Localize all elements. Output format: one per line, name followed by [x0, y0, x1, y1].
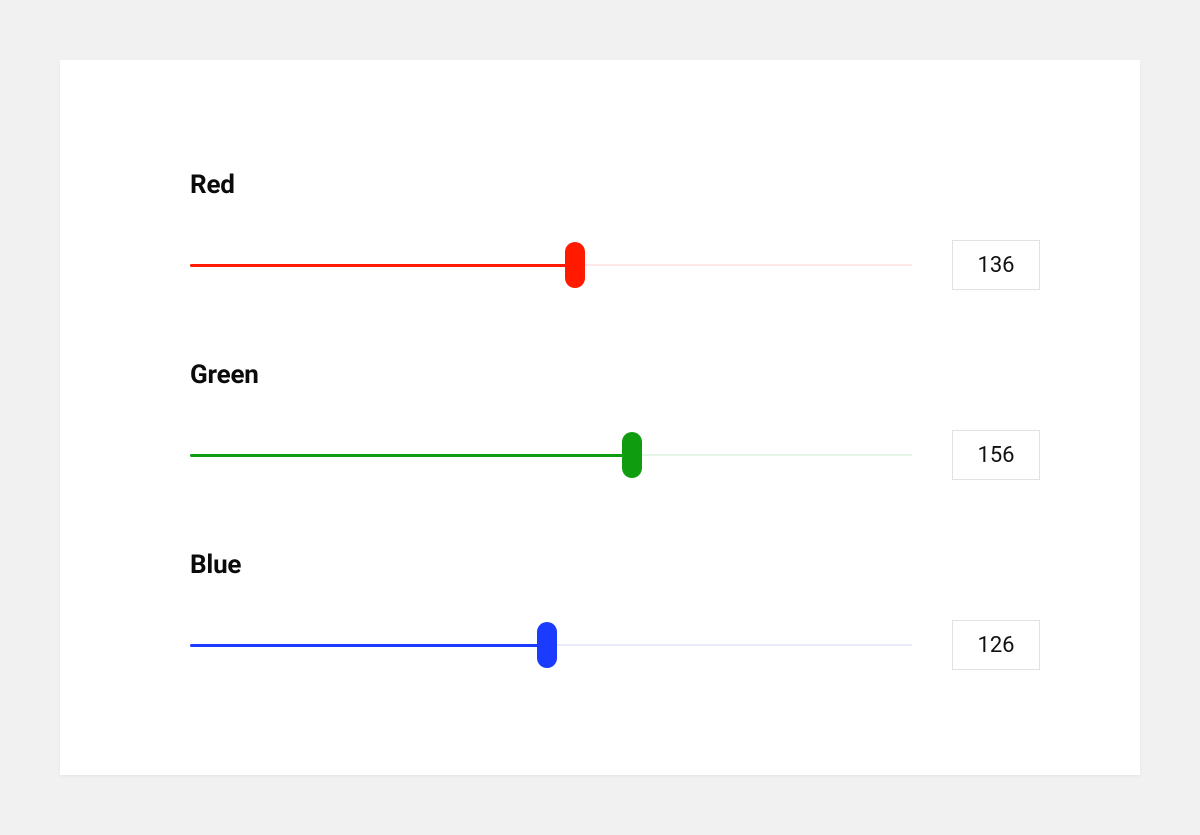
slider-control-blue: 126 [190, 620, 1040, 670]
slider-thumb[interactable] [537, 622, 557, 668]
green-value-input[interactable]: 156 [952, 430, 1040, 480]
slider-track-fill [190, 644, 547, 647]
slider-label-green: Green [190, 360, 1040, 390]
slider-row-blue: Blue 126 [190, 550, 1040, 670]
slider-thumb[interactable] [565, 242, 585, 288]
slider-control-green: 156 [190, 430, 1040, 480]
green-slider[interactable] [190, 433, 912, 477]
blue-slider[interactable] [190, 623, 912, 667]
color-picker-panel: Red 136 Green 156 Blue [60, 60, 1140, 775]
red-value-input[interactable]: 136 [952, 240, 1040, 290]
slider-label-blue: Blue [190, 550, 1040, 580]
slider-track-fill [190, 264, 575, 267]
slider-row-red: Red 136 [190, 170, 1040, 290]
slider-thumb[interactable] [622, 432, 642, 478]
slider-track-fill [190, 454, 632, 457]
slider-row-green: Green 156 [190, 360, 1040, 480]
slider-control-red: 136 [190, 240, 1040, 290]
blue-value-input[interactable]: 126 [952, 620, 1040, 670]
slider-label-red: Red [190, 170, 1040, 200]
red-slider[interactable] [190, 243, 912, 287]
